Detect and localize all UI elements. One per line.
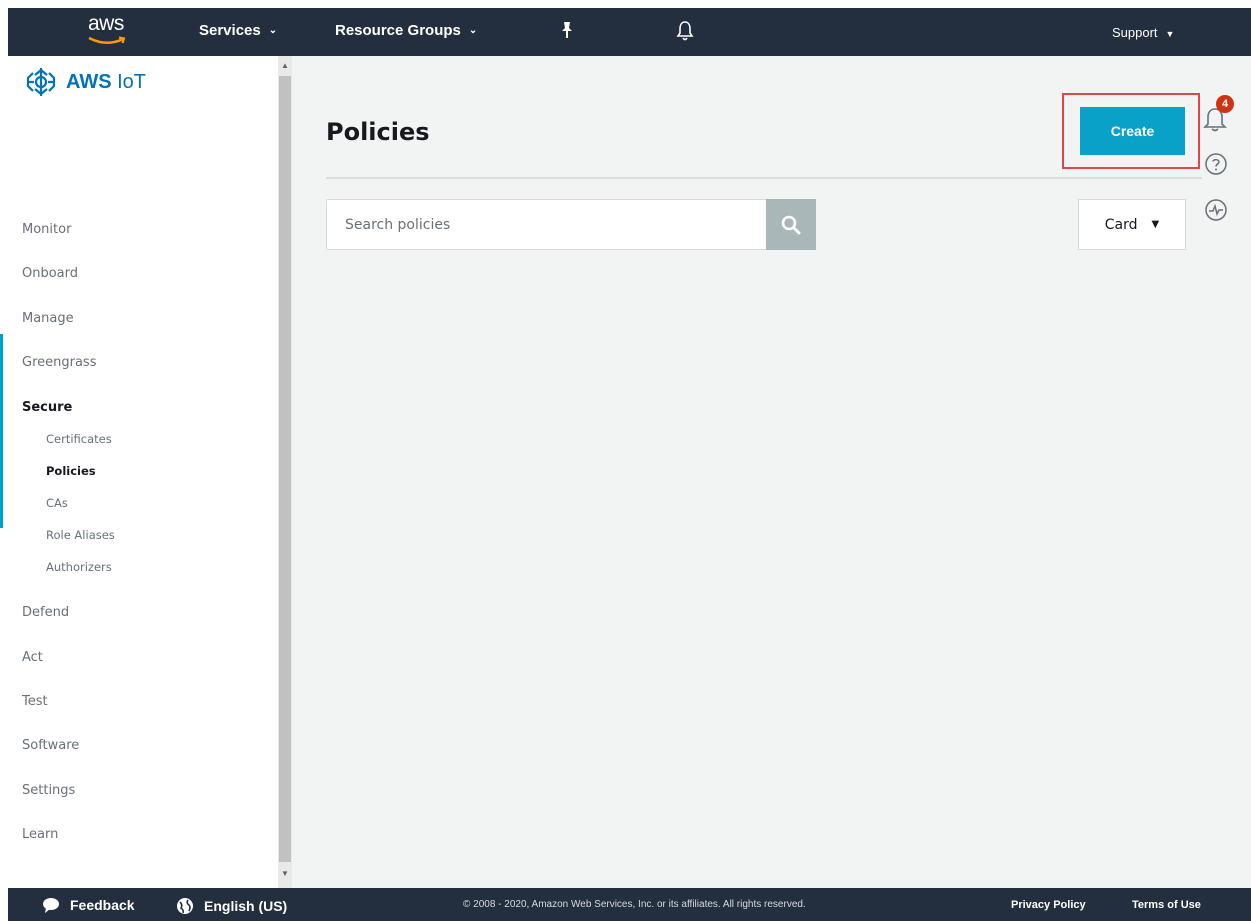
sidebar-subitem-authorizers[interactable]: Authorizers	[46, 560, 112, 574]
chevron-down-icon: ⌄	[268, 25, 278, 36]
create-policy-button[interactable]: Create	[1080, 107, 1185, 155]
sidebar-subitem-role-aliases[interactable]: Role Aliases	[46, 528, 115, 542]
bell-icon[interactable]	[676, 20, 694, 42]
sidebar-subitem-policies[interactable]: Policies	[46, 464, 96, 478]
language-label: English (US)	[204, 898, 288, 914]
aws-logo[interactable]: aws	[82, 12, 138, 52]
top-navigation-bar: aws Services ⌄ Resource Groups ⌄ Support…	[8, 8, 1251, 56]
pin-icon[interactable]	[558, 20, 576, 40]
support-menu-label: Support	[1112, 25, 1158, 40]
page-title: Policies	[326, 118, 430, 146]
sidebar-item-software[interactable]: Software	[22, 738, 79, 753]
sidebar-item-onboard[interactable]: Onboard	[22, 266, 78, 281]
sidebar-item-test[interactable]: Test	[22, 694, 48, 709]
view-mode-value: Card	[1104, 216, 1138, 233]
terms-of-use-link[interactable]: Terms of Use	[1132, 899, 1201, 911]
sidebar-subitem-certificates[interactable]: Certificates	[46, 432, 112, 446]
copyright-text: © 2008 - 2020, Amazon Web Services, Inc.…	[463, 899, 806, 910]
sidebar-item-secure[interactable]: Secure	[22, 400, 72, 415]
sidebar-item-defend[interactable]: Defend	[22, 605, 69, 620]
aws-iot-brand[interactable]: AWS IoT	[24, 62, 146, 102]
services-menu[interactable]: Services ⌄	[199, 22, 277, 39]
support-menu[interactable]: Support ▼	[1112, 25, 1174, 40]
aws-iot-logo-icon	[26, 68, 56, 96]
sidebar-scrollbar-thumb[interactable]	[279, 76, 291, 862]
help-icon[interactable]	[1204, 152, 1228, 176]
search-policies-input[interactable]	[327, 200, 766, 249]
sidebar-item-learn[interactable]: Learn	[22, 827, 58, 842]
sidebar-subitem-cas[interactable]: CAs	[46, 496, 68, 510]
resource-groups-menu[interactable]: Resource Groups ⌄	[335, 22, 477, 39]
sidebar-item-settings[interactable]: Settings	[22, 783, 75, 798]
title-divider	[326, 177, 1202, 179]
services-menu-label: Services	[199, 22, 261, 39]
search-button[interactable]	[766, 199, 816, 250]
chevron-down-icon: ⌄	[468, 25, 478, 36]
notification-count-badge: 4	[1216, 95, 1234, 113]
view-mode-select[interactable]: Card ▼	[1078, 199, 1186, 250]
language-selector[interactable]: English (US)	[176, 897, 287, 915]
brand-prefix: AWS	[66, 70, 112, 93]
caret-down-icon: ▼	[1165, 29, 1175, 39]
resource-groups-menu-label: Resource Groups	[335, 22, 461, 39]
caret-down-icon: ▼	[1151, 219, 1160, 230]
speech-bubble-icon	[43, 898, 59, 913]
search-policies-field[interactable]	[326, 199, 767, 250]
scroll-up-arrow-icon[interactable]: ▲	[279, 58, 291, 74]
search-icon	[781, 215, 801, 234]
sidebar-item-monitor[interactable]: Monitor	[22, 222, 71, 237]
feedback-link[interactable]: Feedback	[42, 897, 135, 913]
activity-pulse-icon[interactable]	[1204, 198, 1228, 222]
aws-iot-brand-text: AWS IoT	[66, 71, 146, 94]
feedback-label: Feedback	[70, 897, 135, 913]
scroll-down-arrow-icon[interactable]: ▼	[279, 866, 291, 882]
brand-suffix: IoT	[117, 70, 147, 93]
sidebar-item-manage[interactable]: Manage	[22, 311, 74, 326]
privacy-policy-link[interactable]: Privacy Policy	[1011, 899, 1086, 911]
aws-logo-wordmark: aws	[88, 12, 124, 35]
globe-icon	[177, 898, 193, 914]
active-section-indicator	[0, 334, 3, 528]
aws-iot-console: aws Services ⌄ Resource Groups ⌄ Support…	[0, 0, 1251, 921]
main-content	[292, 56, 1251, 888]
footer-bar: Feedback English (US) © 2008 - 2020, Ama…	[8, 888, 1251, 921]
sidebar-item-greengrass[interactable]: Greengrass	[22, 355, 96, 370]
sidebar-item-act[interactable]: Act	[22, 650, 43, 665]
aws-smile-icon	[88, 36, 126, 44]
